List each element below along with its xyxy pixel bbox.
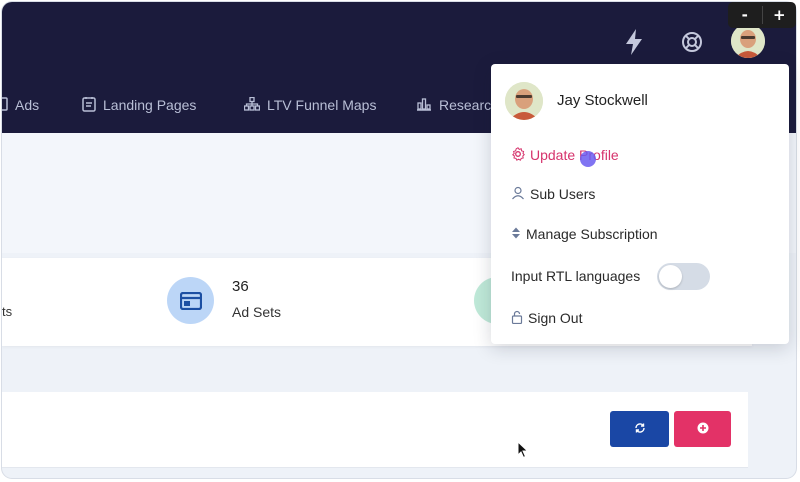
profile-avatar <box>505 82 543 120</box>
user-icon <box>511 186 525 203</box>
nav-item-research[interactable]: Researc <box>416 90 491 120</box>
lock-icon <box>511 310 523 327</box>
nav-item-ltv-funnel-maps[interactable]: LTV Funnel Maps <box>243 90 377 120</box>
bolt-icon[interactable] <box>622 28 646 56</box>
adsets-count: 36 <box>232 278 249 295</box>
sub-users-item[interactable]: Sub Users <box>511 183 595 205</box>
zoom-in-button[interactable]: + <box>763 2 797 28</box>
rtl-toggle[interactable] <box>657 263 710 290</box>
nav-item-label: Researc <box>439 97 492 113</box>
refresh-icon <box>634 422 646 437</box>
zoom-control: - + <box>728 2 796 28</box>
toggle-knob <box>659 265 682 288</box>
rtl-languages-label: Input RTL languages <box>511 268 641 284</box>
update-profile-label: Update Profile <box>530 147 619 163</box>
click-indicator <box>580 151 596 167</box>
help-icon[interactable] <box>680 30 704 54</box>
zoom-out-button[interactable]: - <box>728 2 762 28</box>
add-button[interactable] <box>674 411 731 447</box>
adsets-stat-icon <box>167 277 214 324</box>
manage-subscription-item[interactable]: Manage Subscription <box>511 223 658 245</box>
profile-dropdown: Jay Stockwell Update Profile Sub Users M… <box>491 64 789 344</box>
sign-out-item[interactable]: Sign Out <box>511 307 582 329</box>
plus-circle-icon <box>697 422 709 437</box>
rtl-languages-item: Input RTL languages <box>511 265 640 287</box>
avatar[interactable] <box>731 24 765 58</box>
mouse-cursor-icon <box>517 440 529 464</box>
landing-pages-icon <box>82 96 96 115</box>
nav-item-ads[interactable]: Ads <box>2 90 39 120</box>
gear-icon <box>511 146 525 164</box>
adsets-label: Ad Sets <box>232 304 282 320</box>
manage-subscription-label: Manage Subscription <box>526 226 658 242</box>
update-profile-item[interactable]: Update Profile <box>511 144 619 166</box>
sort-icon <box>511 226 521 242</box>
profile-name: Jay Stockwell <box>557 92 648 109</box>
ads-icon <box>2 96 8 114</box>
refresh-button[interactable] <box>610 411 669 447</box>
research-icon <box>416 97 432 114</box>
stat-label: ts <box>2 304 13 319</box>
nav-item-label: Landing Pages <box>103 97 197 113</box>
sub-users-label: Sub Users <box>530 186 596 202</box>
nav-item-landing-pages[interactable]: Landing Pages <box>82 90 196 120</box>
funnel-maps-icon <box>243 96 261 114</box>
nav-item-label: Ads <box>15 97 40 113</box>
nav-item-label: LTV Funnel Maps <box>267 97 377 113</box>
sign-out-label: Sign Out <box>528 310 583 326</box>
